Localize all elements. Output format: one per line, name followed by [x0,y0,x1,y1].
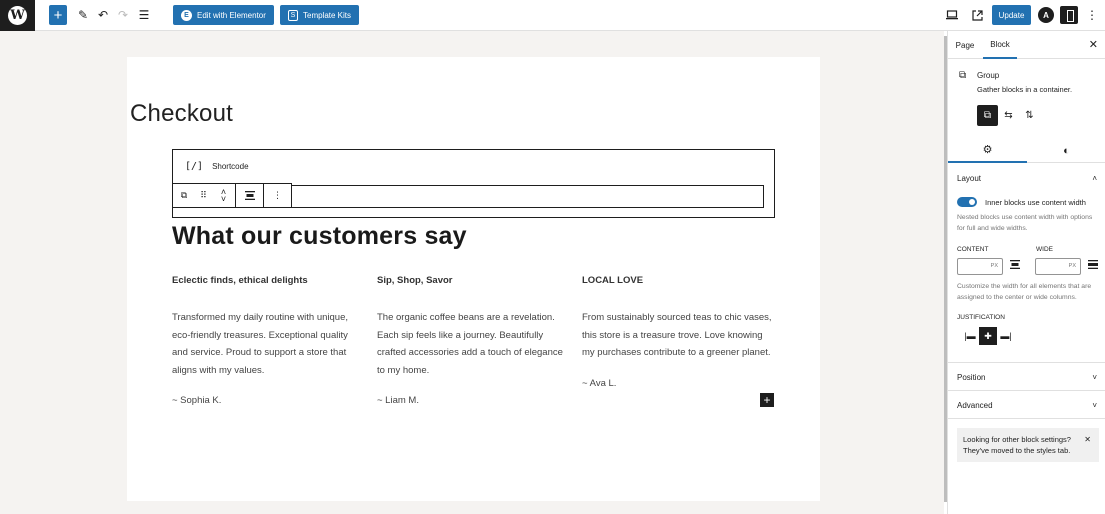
wordpress-logo-button[interactable]: W [0,0,35,31]
testimonial-author: ~ Liam M. [377,395,419,406]
position-panel-title: Position [957,372,986,382]
undo-icon[interactable]: ↶ [94,5,112,25]
testimonial-title: Sip, Shop, Savor [377,275,453,286]
chevron-up-icon: ˄ [1092,173,1097,183]
align-center-icon[interactable] [244,191,255,200]
more-vertical-icon[interactable]: ⋮ [1085,5,1099,25]
contrast-icon: ◐ [1063,144,1070,157]
group-block-icon[interactable]: ⧉ [174,190,195,201]
testimonial-author: ~ Sophia K. [172,395,222,406]
wide-width-input[interactable]: PX [1035,258,1081,275]
divider [948,418,1105,419]
inspector-tabs: ⚙ ◐ [948,138,1105,163]
wordpress-logo-icon: W [8,6,27,25]
sidebar-tabs: Page Block ✕ [948,31,1105,59]
list-view-icon[interactable]: ☰ [135,5,153,25]
astra-icon[interactable]: A [1038,7,1054,23]
edit-with-elementor-button[interactable]: E Edit with Elementor [173,5,274,25]
testimonial-body: The organic coffee beans are a revelatio… [377,312,563,376]
block-card-title: Group [977,71,1000,80]
close-icon[interactable]: ✕ [1084,434,1091,445]
drag-handle-icon[interactable]: ⠿ [195,190,213,201]
testimonial-column[interactable]: LOCAL LOVE From sustainably sourced teas… [582,275,774,389]
shortcode-icon: [/] [185,161,204,172]
external-link-icon[interactable] [968,5,986,25]
testimonial-author: ~ Ava L. [582,377,617,389]
unit-label: PX [990,263,998,269]
customize-width-help: Customize the width for all elements tha… [957,283,1092,301]
options-icon[interactable]: ⋮ [273,190,282,201]
testimonial-title: Eclectic finds, ethical delights [172,275,308,286]
page-title[interactable]: Checkout [130,100,233,128]
editor-top-toolbar: W + ✎ ↶ ↷ ☰ E Edit with Elementor S Temp… [0,0,1105,31]
settings-sidebar: Page Block ✕ ⧉ Group Gather blocks in a … [947,31,1105,514]
shortcode-title: Shortcode [212,162,249,171]
block-variations: ⧉ ⇆ ⇅ [977,105,1040,126]
testimonials-heading[interactable]: What our customers say [172,222,467,251]
justification-buttons: |▬ ✚ ▬| [961,327,1015,345]
template-kits-button[interactable]: S Template Kits [280,5,360,25]
chevron-down-icon: ˅ [1092,372,1097,382]
testimonial-body: From sustainably sourced teas to chic va… [582,312,772,358]
testimonial-body: Transformed my daily routine with unique… [172,312,349,376]
position-panel-toggle[interactable]: Position ˅ [948,363,1105,391]
pencil-icon[interactable]: ✎ [74,5,92,25]
justification-label: JUSTIFICATION [957,314,1005,321]
styles-tab[interactable]: ◐ [1027,138,1105,163]
page-content: Checkout [/] Shortcode ⧉ ⠿ ˄ ˅ ⋮ What ou… [127,57,820,501]
align-center-icon [1010,260,1020,272]
chevron-down-icon: ˅ [1092,400,1097,410]
advanced-panel-title: Advanced [957,400,993,410]
notice-text: Looking for other block settings? They'v… [963,435,1071,455]
justify-center-icon[interactable]: ✚ [979,327,997,345]
layout-panel-title: Layout [957,173,982,183]
testimonial-column[interactable]: Sip, Shop, Savor The organic coffee bean… [377,275,569,406]
block-toolbar: ⧉ ⠿ ˄ ˅ ⋮ [172,183,292,208]
move-up-down-icon[interactable]: ˄ ˅ [213,187,235,203]
advanced-panel-toggle[interactable]: Advanced ˅ [948,391,1105,419]
testimonial-column[interactable]: Eclectic finds, ethical delights Transfo… [172,275,364,406]
content-width-label: CONTENT [957,246,989,253]
update-button[interactable]: Update [992,5,1031,25]
inner-blocks-content-width-toggle[interactable] [957,197,977,207]
shortcode-block-label: [/] Shortcode [185,161,249,172]
gear-icon: ⚙ [982,144,993,156]
elementor-icon: E [181,9,192,21]
wide-width-label: WIDE [1036,246,1053,253]
unit-label: PX [1068,263,1076,269]
template-kits-label: Template Kits [303,10,352,20]
align-wide-icon [1088,260,1098,272]
tab-block[interactable]: Block [983,31,1017,59]
stack-variation-icon[interactable]: ⇅ [1019,105,1040,126]
settings-tab[interactable]: ⚙ [948,138,1027,163]
layout-panel-toggle[interactable]: Layout ˄ [948,164,1105,192]
redo-icon[interactable]: ↷ [114,5,132,25]
justify-right-icon[interactable]: ▬| [997,327,1015,345]
block-inserter-button[interactable]: + [49,5,67,25]
tab-page[interactable]: Page [948,31,982,59]
row-variation-icon[interactable]: ⇆ [998,105,1019,126]
nested-blocks-help: Nested blocks use content width with opt… [957,214,1093,232]
justify-left-icon[interactable]: |▬ [961,327,979,345]
group-block-icon: ⧉ [959,70,967,81]
desktop-preview-icon[interactable] [943,5,961,25]
edit-with-elementor-label: Edit with Elementor [197,10,266,20]
content-width-input[interactable]: PX [957,258,1003,275]
add-block-button[interactable]: + [760,393,774,407]
group-variation-icon[interactable]: ⧉ [977,105,998,126]
block-card-description: Gather blocks in a container. [977,85,1073,94]
block-settings-notice: Looking for other block settings? They'v… [957,428,1099,462]
sidebar-icon[interactable] [1060,6,1078,24]
close-icon[interactable]: ✕ [1089,38,1098,51]
template-kits-icon: S [288,9,298,21]
testimonial-title: LOCAL LOVE [582,275,644,286]
editor-canvas: Checkout [/] Shortcode ⧉ ⠿ ˄ ˅ ⋮ What ou… [0,31,944,514]
toggle-label: Inner blocks use content width [985,198,1086,207]
